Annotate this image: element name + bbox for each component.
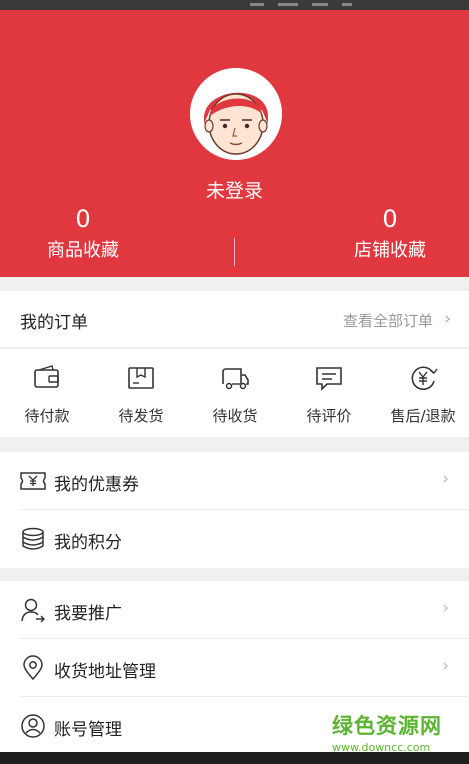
order-status-label: 待发货 <box>118 407 164 425</box>
menu-item-label: 我要推广 <box>54 604 122 624</box>
menu-item-promote[interactable]: 我要推广 › <box>0 581 469 639</box>
location-icon <box>20 655 46 681</box>
package-icon <box>126 363 156 393</box>
stat-shop-favorites[interactable]: 0 店铺收藏 <box>310 204 469 262</box>
status-icons <box>250 0 370 8</box>
order-status-label: 待评价 <box>306 407 352 425</box>
menu-item-coupons[interactable]: 我的优惠券 › <box>0 452 469 510</box>
comment-icon <box>314 363 344 393</box>
order-pending-receipt[interactable]: 待收货 <box>188 349 282 437</box>
profile-header: 未登录 0 商品收藏 0 店铺收藏 <box>0 10 469 277</box>
order-status-label: 待收货 <box>212 407 258 425</box>
order-pending-shipment[interactable]: 待发货 <box>94 349 188 437</box>
refund-icon <box>408 363 438 393</box>
chevron-right-icon: › <box>442 469 449 489</box>
account-icon <box>20 713 46 739</box>
stat-product-favorites[interactable]: 0 商品收藏 <box>3 204 163 262</box>
order-pending-payment[interactable]: 待付款 <box>0 349 94 437</box>
avatar-face-icon <box>190 68 282 160</box>
stat-label: 店铺收藏 <box>354 240 426 261</box>
order-status-label: 售后/退款 <box>390 407 456 425</box>
menu-item-label: 我的优惠券 <box>54 475 139 495</box>
order-pending-review[interactable]: 待评价 <box>282 349 376 437</box>
stat-label: 商品收藏 <box>47 240 119 261</box>
user-icon <box>20 597 46 623</box>
truck-icon <box>220 363 250 393</box>
stats-divider <box>234 238 235 266</box>
menu-item-label: 账号管理 <box>54 720 122 740</box>
stat-count: 0 <box>75 205 91 233</box>
order-after-sales[interactable]: 售后/退款 <box>376 349 469 437</box>
menu-item-label: 收货地址管理 <box>54 662 156 682</box>
chevron-right-icon[interactable]: › <box>444 309 451 329</box>
coins-icon <box>20 526 46 552</box>
login-status[interactable]: 未登录 <box>0 176 469 203</box>
chevron-right-icon: › <box>442 598 449 618</box>
watermark: 绿色资源网 www.downcc.com <box>332 710 462 754</box>
coupon-icon <box>20 468 46 494</box>
my-orders-header: 我的订单 查看全部订单 › <box>0 291 469 348</box>
system-nav-bar <box>0 752 469 764</box>
wallet-icon <box>32 363 62 393</box>
watermark-title: 绿色资源网 <box>332 714 442 738</box>
menu-item-points[interactable]: 我的积分 <box>0 510 469 568</box>
my-orders-title: 我的订单 <box>20 313 88 333</box>
order-status-bar: 待付款 待发货 待收货 待评价 售后/退款 <box>0 349 469 437</box>
avatar[interactable] <box>190 68 282 160</box>
menu-item-label: 我的积分 <box>54 533 122 553</box>
order-status-label: 待付款 <box>24 407 70 425</box>
menu-item-address[interactable]: 收货地址管理 › <box>0 639 469 697</box>
stat-count: 0 <box>382 205 398 233</box>
view-all-orders-link[interactable]: 查看全部订单 <box>343 310 433 331</box>
chevron-right-icon: › <box>442 656 449 676</box>
status-bar <box>0 0 469 10</box>
